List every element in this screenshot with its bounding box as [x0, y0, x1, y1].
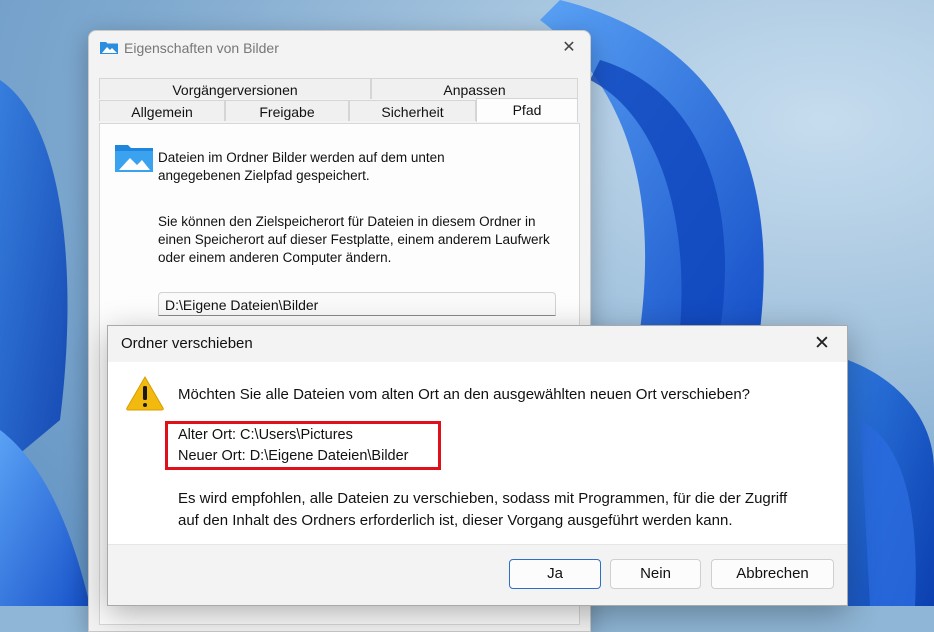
- dialog-title-bar[interactable]: Ordner verschieben ✕: [108, 326, 847, 362]
- move-question: Möchten Sie alle Dateien vom alten Ort a…: [178, 386, 751, 403]
- old-location: Alter Ort: C:\Users\Pictures: [178, 427, 353, 443]
- properties-title: Eigenschaften von Bilder: [124, 40, 279, 56]
- desc-line2: einen Speicherort auf dieser Festplatte,…: [158, 232, 550, 247]
- properties-close-icon[interactable]: ✕: [556, 35, 582, 61]
- pictures-folder-icon: [100, 42, 118, 54]
- info-text-line1: Dateien im Ordner Bilder werden auf dem …: [158, 150, 445, 165]
- desc-line1: Sie können den Zielspeicherort für Datei…: [158, 214, 536, 229]
- no-button[interactable]: Nein: [610, 559, 701, 589]
- tab-freigabe[interactable]: Freigabe: [225, 100, 349, 121]
- tab-pfad[interactable]: Pfad: [476, 98, 578, 122]
- recommend-line1: Es wird empfohlen, alle Dateien zu versc…: [178, 490, 788, 507]
- target-path-input[interactable]: D:\Eigene Dateien\Bilder: [158, 292, 556, 316]
- tab-sicherheit[interactable]: Sicherheit: [349, 100, 476, 121]
- dialog-title: Ordner verschieben: [121, 335, 253, 352]
- desc-line3: oder einem anderen Computer ändern.: [158, 250, 392, 265]
- info-text-line2: angegebenen Zielpfad gespeichert.: [158, 168, 370, 183]
- tab-allgemein[interactable]: Allgemein: [99, 100, 225, 121]
- new-location: Neuer Ort: D:\Eigene Dateien\Bilder: [178, 448, 409, 464]
- properties-title-bar[interactable]: Eigenschaften von Bilder ✕: [89, 31, 590, 65]
- tab-vorgaengerversionen[interactable]: Vorgängerversionen: [99, 78, 371, 99]
- tabs-row-lower: Allgemein Freigabe Sicherheit Pfad: [99, 98, 578, 122]
- yes-button[interactable]: Ja: [509, 559, 601, 589]
- tab-anpassen[interactable]: Anpassen: [371, 78, 578, 99]
- warning-icon: [126, 376, 164, 411]
- dialog-footer: Ja Nein Abbrechen: [108, 544, 847, 605]
- tabs-row-upper: Vorgängerversionen Anpassen: [99, 78, 578, 100]
- pictures-folder-large-icon: [115, 145, 153, 172]
- cancel-button[interactable]: Abbrechen: [711, 559, 834, 589]
- dialog-close-icon[interactable]: ✕: [809, 331, 835, 357]
- move-folder-dialog: Ordner verschieben ✕ Möchten Sie alle Da…: [107, 325, 848, 606]
- recommend-line2: auf den Inhalt des Ordners erforderlich …: [178, 512, 733, 529]
